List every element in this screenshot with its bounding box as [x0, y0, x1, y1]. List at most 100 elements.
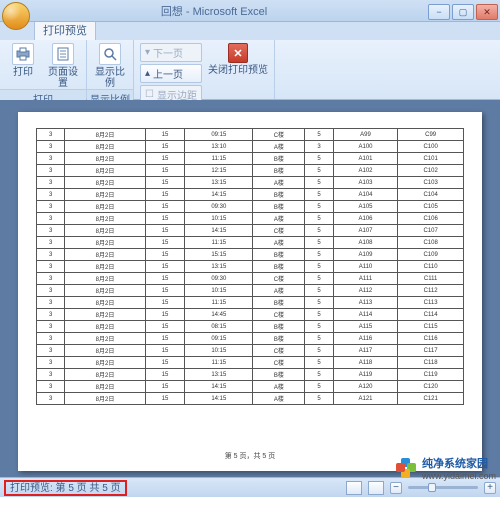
table-cell: 15: [145, 201, 185, 213]
table-cell: 5: [305, 345, 333, 357]
table-cell: 14:45: [185, 309, 253, 321]
table-cell: 5: [305, 129, 333, 141]
table-cell: C107: [398, 225, 464, 237]
table-cell: A109: [333, 249, 398, 261]
table-row: 38月2日1514:15C楼5A107C107: [37, 225, 464, 237]
table-cell: 14:15: [185, 381, 253, 393]
ribbon-group-scale: 显示比例 显示比例: [87, 40, 134, 99]
table-cell: C109: [398, 249, 464, 261]
table-cell: 8月2日: [65, 369, 145, 381]
page-setup-icon: [52, 43, 74, 65]
table-cell: A103: [333, 177, 398, 189]
ribbon-tabs: 打印预览: [0, 22, 500, 40]
table-cell: C楼: [253, 357, 305, 369]
maximize-button[interactable]: ▢: [452, 4, 474, 20]
close-window-button[interactable]: ✕: [476, 4, 498, 20]
table-cell: C110: [398, 261, 464, 273]
checkbox-icon: ☐: [145, 89, 154, 100]
ribbon-group-print: 打印 页面设置 打印: [0, 40, 87, 99]
table-cell: A楼: [253, 393, 305, 405]
table-row: 38月2日1509:30B楼5A105C105: [37, 201, 464, 213]
table-cell: 3: [37, 393, 65, 405]
table-cell: C119: [398, 369, 464, 381]
table-cell: 15: [145, 393, 185, 405]
table-cell: 8月2日: [65, 381, 145, 393]
page-setup-button[interactable]: 页面设置: [46, 43, 80, 89]
zoom-slider-thumb[interactable]: [428, 483, 436, 492]
arrow-down-icon: ▾: [145, 47, 150, 58]
view-mode-button-1[interactable]: [346, 481, 362, 495]
next-page-button[interactable]: ▾ 下一页: [140, 43, 202, 62]
table-cell: 15: [145, 249, 185, 261]
table-cell: A楼: [253, 237, 305, 249]
table-row: 38月2日1510:15A楼5A106C106: [37, 213, 464, 225]
minimize-button[interactable]: −: [428, 4, 450, 20]
table-row: 38月2日1514:15A楼5A121C121: [37, 393, 464, 405]
table-cell: 13:15: [185, 177, 253, 189]
table-cell: C113: [398, 297, 464, 309]
table-row: 38月2日1515:15B楼5A109C109: [37, 249, 464, 261]
table-cell: 15: [145, 369, 185, 381]
table-cell: 3: [37, 285, 65, 297]
zoom-slider[interactable]: [408, 486, 478, 489]
table-cell: A101: [333, 153, 398, 165]
office-orb-button[interactable]: [2, 2, 30, 30]
table-cell: C104: [398, 189, 464, 201]
table-cell: 15: [145, 153, 185, 165]
ribbon: 打印 页面设置 打印 显示比例 显示比例 ▾: [0, 40, 500, 100]
table-cell: C118: [398, 357, 464, 369]
table-cell: 3: [37, 177, 65, 189]
table-cell: A118: [333, 357, 398, 369]
zoom-scale-button[interactable]: 显示比例: [93, 43, 127, 89]
table-cell: 15: [145, 261, 185, 273]
table-row: 38月2日1511:15B楼5A101C101: [37, 153, 464, 165]
table-cell: 09:30: [185, 201, 253, 213]
table-row: 38月2日1509:15B楼5A116C116: [37, 333, 464, 345]
print-button[interactable]: 打印: [6, 43, 40, 78]
data-table: 38月2日1509:15C楼5A99C9938月2日1513:10A楼3A100…: [36, 128, 464, 405]
table-cell: B楼: [253, 189, 305, 201]
table-cell: C楼: [253, 225, 305, 237]
table-cell: A楼: [253, 381, 305, 393]
table-cell: A112: [333, 285, 398, 297]
table-cell: B楼: [253, 249, 305, 261]
table-cell: C111: [398, 273, 464, 285]
table-cell: 3: [37, 129, 65, 141]
close-preview-button[interactable]: ✕ 关闭打印预览: [208, 43, 268, 76]
table-cell: 15: [145, 141, 185, 153]
prev-page-button[interactable]: ▴ 上一页: [140, 64, 202, 83]
table-cell: 3: [37, 333, 65, 345]
table-cell: A119: [333, 369, 398, 381]
zoom-in-button[interactable]: +: [484, 482, 496, 494]
table-cell: 8月2日: [65, 189, 145, 201]
table-cell: 5: [305, 273, 333, 285]
table-cell: C120: [398, 381, 464, 393]
zoom-out-button[interactable]: −: [390, 482, 402, 494]
table-cell: 5: [305, 261, 333, 273]
table-cell: C114: [398, 309, 464, 321]
table-cell: 13:15: [185, 261, 253, 273]
table-cell: 5: [305, 249, 333, 261]
table-cell: 09:15: [185, 333, 253, 345]
table-cell: C楼: [253, 273, 305, 285]
table-cell: A楼: [253, 285, 305, 297]
table-cell: 13:15: [185, 369, 253, 381]
table-cell: C106: [398, 213, 464, 225]
table-cell: 10:15: [185, 285, 253, 297]
table-cell: B楼: [253, 321, 305, 333]
table-cell: 15: [145, 297, 185, 309]
tab-print-preview[interactable]: 打印预览: [34, 19, 96, 40]
table-cell: 15: [145, 345, 185, 357]
view-mode-button-2[interactable]: [368, 481, 384, 495]
table-cell: 3: [37, 369, 65, 381]
table-cell: A楼: [253, 141, 305, 153]
status-bar: 打印预览: 第 5 页 共 5 页 − +: [0, 477, 500, 497]
print-preview-viewport[interactable]: 38月2日1509:15C楼5A99C9938月2日1513:10A楼3A100…: [0, 100, 500, 477]
table-cell: 15: [145, 321, 185, 333]
table-cell: 8月2日: [65, 321, 145, 333]
table-row: 38月2日1513:10A楼3A100C100: [37, 141, 464, 153]
table-cell: 8月2日: [65, 273, 145, 285]
table-cell: 15:15: [185, 249, 253, 261]
table-cell: 8月2日: [65, 357, 145, 369]
table-cell: 5: [305, 189, 333, 201]
